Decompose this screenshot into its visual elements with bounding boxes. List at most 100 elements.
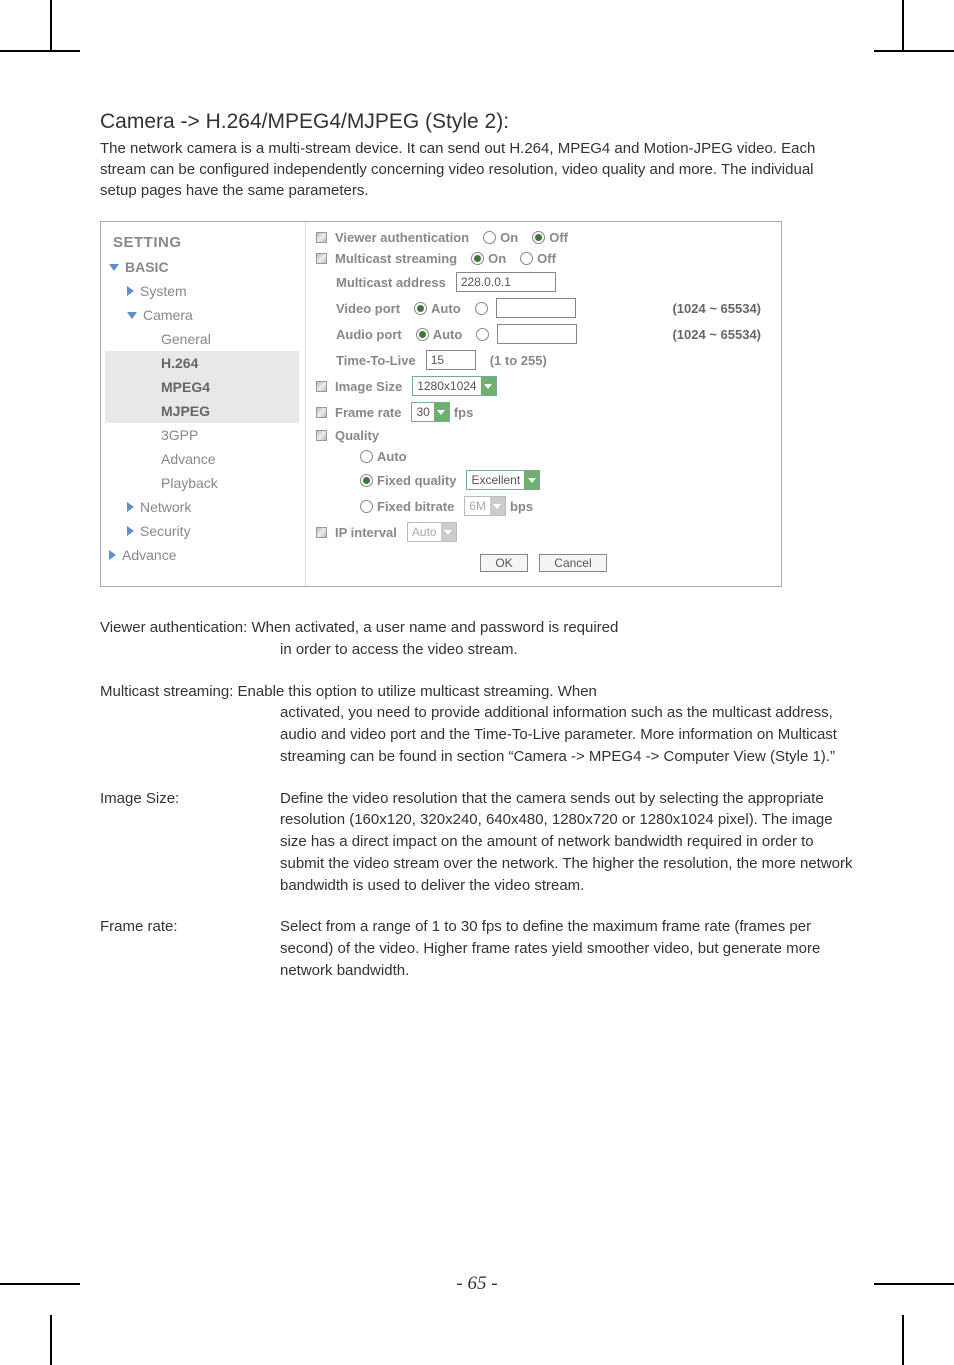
ttl-range: (1 to 255) <box>490 353 547 368</box>
off-label: Off <box>537 251 556 266</box>
cancel-button[interactable]: Cancel <box>539 554 606 572</box>
desc-text: Select from a range of 1 to 30 fps to de… <box>240 916 854 981</box>
settings-sidebar: SETTING BASIC System Camera General H.26… <box>101 222 306 586</box>
auto-label: Auto <box>433 327 463 342</box>
sidebar-item-3gpp[interactable]: 3GPP <box>105 423 305 447</box>
ip-interval-value: Auto <box>408 525 441 539</box>
desc-label: Multicast streaming: <box>100 683 238 700</box>
desc-text: in order to access the video stream. <box>100 639 854 661</box>
sidebar-item-network[interactable]: Network <box>105 495 305 519</box>
chevron-right-icon <box>127 526 134 536</box>
crop-mark <box>50 1315 82 1365</box>
sidebar-label: Advance <box>122 547 176 563</box>
ttl-row: Time-To-Live 15 (1 to 255) <box>316 350 771 370</box>
fixed-quality-select[interactable]: Excellent <box>466 470 540 490</box>
viewer-auth-off-radio[interactable] <box>532 231 545 244</box>
quality-auto-radio[interactable] <box>360 450 373 463</box>
desc-label: Viewer authentication: <box>100 619 252 636</box>
chevron-down-icon <box>434 403 449 421</box>
sidebar-label: BASIC <box>125 259 169 275</box>
bullet-icon <box>316 232 327 243</box>
video-port-input[interactable] <box>496 298 576 318</box>
audio-port-input[interactable] <box>497 324 577 344</box>
sidebar-item-system[interactable]: System <box>105 279 305 303</box>
audio-port-auto-radio[interactable] <box>416 328 429 341</box>
ip-interval-label: IP interval <box>335 525 397 540</box>
bullet-icon <box>316 430 327 441</box>
bullet-icon <box>316 381 327 392</box>
quality-auto-row: Auto <box>316 449 771 464</box>
sidebar-label: H.264 <box>161 355 198 371</box>
video-port-manual-radio[interactable] <box>475 302 488 315</box>
sidebar-item-basic[interactable]: BASIC <box>105 255 305 279</box>
quality-auto-label: Auto <box>377 449 407 464</box>
sidebar-item-h264[interactable]: H.264 <box>105 351 299 375</box>
ttl-label: Time-To-Live <box>336 353 416 368</box>
ip-interval-select: Auto <box>407 522 457 542</box>
sidebar-item-advance2[interactable]: Advance <box>105 543 305 567</box>
sidebar-item-camera[interactable]: Camera <box>105 303 305 327</box>
quality-fixed-quality-row: Fixed quality Excellent <box>316 470 771 490</box>
button-row: OK Cancel <box>316 554 771 572</box>
frame-rate-label: Frame rate <box>335 405 401 420</box>
crop-mark <box>872 0 904 50</box>
ttl-input[interactable]: 15 <box>426 350 476 370</box>
viewer-auth-row: Viewer authentication On Off <box>316 230 771 245</box>
audio-port-range: (1024 ~ 65534) <box>672 327 771 342</box>
multicast-on-radio[interactable] <box>471 252 484 265</box>
on-label: On <box>500 230 518 245</box>
desc-label: Frame rate: <box>100 916 240 981</box>
fps-label: fps <box>454 405 474 420</box>
desc-multicast: Multicast streaming: Enable this option … <box>100 681 854 768</box>
ok-button[interactable]: OK <box>480 554 527 572</box>
crop-mark <box>0 50 80 82</box>
fixed-bitrate-label: Fixed bitrate <box>377 499 454 514</box>
chevron-down-icon <box>481 377 496 395</box>
bps-label: bps <box>510 499 533 514</box>
chevron-down-icon <box>127 312 137 319</box>
frame-rate-select[interactable]: 30 <box>411 402 449 422</box>
sidebar-label: MPEG4 <box>161 379 210 395</box>
video-port-auto-radio[interactable] <box>414 302 427 315</box>
crop-mark <box>50 0 82 50</box>
ip-interval-row: IP interval Auto <box>316 522 771 542</box>
video-port-label: Video port <box>336 301 400 316</box>
desc-text: Define the video resolution that the cam… <box>240 788 854 897</box>
image-size-select[interactable]: 1280x1024 <box>412 376 496 396</box>
sidebar-label: Advance <box>161 451 215 467</box>
viewer-auth-on-radio[interactable] <box>483 231 496 244</box>
sidebar-item-general[interactable]: General <box>105 327 305 351</box>
multicast-off-radio[interactable] <box>520 252 533 265</box>
image-size-row: Image Size 1280x1024 <box>316 376 771 396</box>
fixed-quality-radio[interactable] <box>360 474 373 487</box>
settings-panel: Viewer authentication On Off Multicast s… <box>306 222 781 586</box>
sidebar-item-mpeg4[interactable]: MPEG4 <box>105 375 299 399</box>
desc-image-size: Image Size: Define the video resolution … <box>100 788 854 897</box>
quality-label: Quality <box>335 428 379 443</box>
sidebar-item-playback[interactable]: Playback <box>105 471 305 495</box>
chevron-right-icon <box>127 502 134 512</box>
sidebar-item-mjpeg[interactable]: MJPEG <box>105 399 299 423</box>
frame-rate-row: Frame rate 30 fps <box>316 402 771 422</box>
chevron-right-icon <box>127 286 134 296</box>
sidebar-item-advance[interactable]: Advance <box>105 447 305 471</box>
multicast-address-input[interactable]: 228.0.0.1 <box>456 272 556 292</box>
sidebar-item-security[interactable]: Security <box>105 519 305 543</box>
section-title: Camera -> H.264/MPEG4/MJPEG (Style 2): <box>100 110 854 134</box>
video-port-row: Video port Auto (1024 ~ 65534) <box>316 298 771 318</box>
multicast-address-label: Multicast address <box>336 275 446 290</box>
audio-port-manual-radio[interactable] <box>476 328 489 341</box>
chevron-down-icon <box>490 497 505 515</box>
auto-label: Auto <box>431 301 461 316</box>
desc-text: Enable this option to utilize multicast … <box>238 683 597 700</box>
chevron-down-icon <box>524 471 539 489</box>
fixed-bitrate-radio[interactable] <box>360 500 373 513</box>
image-size-label: Image Size <box>335 379 402 394</box>
fixed-bitrate-value: 6M <box>465 499 490 513</box>
desc-text: When activated, a user name and password… <box>252 619 619 636</box>
fixed-quality-value: Excellent <box>467 473 524 487</box>
image-size-value: 1280x1024 <box>413 379 480 393</box>
sidebar-label: 3GPP <box>161 427 198 443</box>
sidebar-label: General <box>161 331 211 347</box>
settings-screenshot: SETTING BASIC System Camera General H.26… <box>100 221 782 587</box>
